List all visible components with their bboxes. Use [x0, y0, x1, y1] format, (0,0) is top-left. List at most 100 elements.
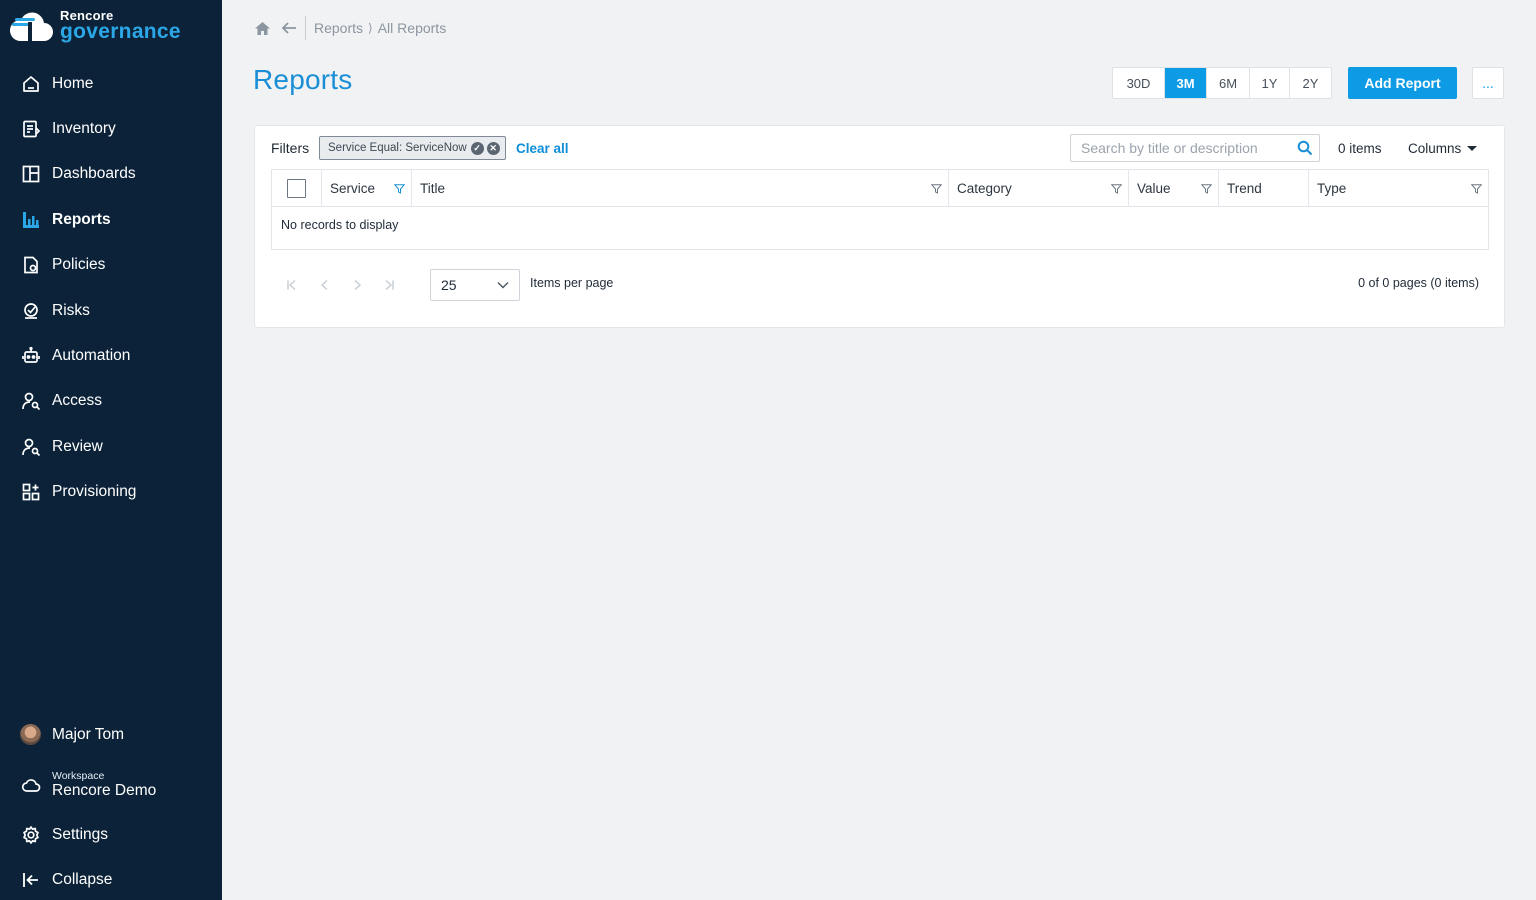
period-1y-button[interactable]: 1Y: [1250, 68, 1290, 98]
filter-chip-text: Service Equal: ServiceNow: [328, 142, 467, 154]
search-icon[interactable]: [1297, 140, 1313, 156]
first-page-icon[interactable]: [283, 276, 301, 294]
sidebar-item-label: Settings: [52, 825, 109, 843]
sidebar-item-access[interactable]: Access: [0, 379, 222, 424]
reports-grid: Service Title Category Value Trend Type: [271, 169, 1489, 250]
page-info: 0 of 0 pages (0 items): [1358, 276, 1479, 290]
policies-icon: [21, 255, 41, 275]
sidebar-item-reports[interactable]: Reports: [0, 197, 222, 242]
user-menu[interactable]: Major Tom: [0, 712, 222, 757]
sidebar-item-label: Risks: [52, 301, 90, 319]
filter-icon[interactable]: [394, 184, 405, 194]
column-header-service[interactable]: Service: [322, 170, 412, 206]
period-2y-button[interactable]: 2Y: [1290, 68, 1331, 98]
back-arrow-icon[interactable]: [281, 21, 297, 35]
filter-icon[interactable]: [1201, 184, 1212, 194]
next-page-icon[interactable]: [348, 276, 366, 294]
sidebar-item-label: Inventory: [52, 120, 116, 138]
breadcrumb-divider: [305, 16, 306, 40]
more-actions-button[interactable]: ...: [1472, 67, 1504, 99]
home-icon[interactable]: [254, 21, 271, 36]
gear-icon: [21, 825, 41, 845]
column-header-label: Category: [957, 180, 1012, 196]
search-box: [1070, 134, 1320, 162]
sidebar-item-inventory[interactable]: Inventory: [0, 106, 222, 151]
sidebar-item-label: Access: [52, 392, 102, 410]
period-3m-button[interactable]: 3M: [1165, 68, 1207, 98]
breadcrumb: Reports ⟩ All Reports: [254, 16, 446, 40]
filter-icon[interactable]: [1471, 184, 1482, 194]
column-header-label: Type: [1317, 180, 1347, 196]
column-header-value[interactable]: Value: [1129, 170, 1219, 206]
sidebar-item-review[interactable]: Review: [0, 424, 222, 469]
filter-icon[interactable]: [1111, 184, 1122, 194]
sidebar-footer: Major Tom Workspace Rencore Demo Setting…: [0, 712, 222, 900]
brand-name-bottom: governance: [60, 19, 181, 43]
sidebar-item-label: Policies: [52, 256, 106, 274]
sidebar-item-label: Reports: [52, 210, 111, 228]
sidebar-item-label: Automation: [52, 347, 131, 365]
sidebar-item-dashboards[interactable]: Dashboards: [0, 152, 222, 197]
close-icon[interactable]: ✕: [486, 141, 500, 155]
breadcrumb-separator: ⟩: [368, 21, 373, 35]
filters-label: Filters: [271, 140, 310, 156]
sidebar-item-home[interactable]: Home: [0, 61, 222, 106]
sidebar-item-settings[interactable]: Settings: [0, 812, 222, 857]
workspace-label: Workspace: [52, 769, 105, 782]
sidebar-item-risks[interactable]: Risks: [0, 288, 222, 333]
cloud-icon: [21, 775, 41, 795]
sidebar-item-provisioning[interactable]: Provisioning: [0, 470, 222, 515]
column-header-type[interactable]: Type: [1309, 170, 1488, 206]
avatar: [20, 724, 41, 745]
column-header-category[interactable]: Category: [949, 170, 1129, 206]
filter-icon[interactable]: [931, 184, 942, 194]
home-icon: [21, 74, 41, 94]
column-header-label: Value: [1137, 180, 1171, 196]
empty-message: No records to display: [281, 218, 399, 232]
items-per-page-label: Items per page: [530, 276, 614, 290]
column-header-trend[interactable]: Trend: [1219, 170, 1309, 206]
robot-icon: [21, 346, 41, 366]
user-name: Major Tom: [52, 725, 125, 743]
breadcrumb-item-all-reports[interactable]: All Reports: [378, 20, 446, 36]
brand-logo[interactable]: Rencore governance: [10, 6, 181, 44]
filter-chip[interactable]: Service Equal: ServiceNow ✓ ✕: [319, 136, 506, 160]
select-all-cell: [272, 170, 322, 206]
column-header-label: Service: [330, 180, 376, 196]
period-30d-button[interactable]: 30D: [1113, 68, 1165, 98]
select-all-checkbox[interactable]: [287, 178, 306, 198]
column-header-label: Trend: [1227, 180, 1262, 196]
columns-dropdown[interactable]: Columns: [1408, 141, 1478, 156]
sidebar-item-automation[interactable]: Automation: [0, 333, 222, 378]
inventory-icon: [21, 119, 41, 139]
column-header-title[interactable]: Title: [412, 170, 949, 206]
risks-icon: [21, 301, 41, 321]
sidebar-item-label: Collapse: [52, 871, 113, 889]
clear-all-link[interactable]: Clear all: [516, 141, 569, 156]
period-6m-button[interactable]: 6M: [1207, 68, 1250, 98]
columns-label: Columns: [1408, 141, 1462, 156]
sidebar-item-label: Home: [52, 74, 94, 92]
breadcrumb-item-reports[interactable]: Reports: [314, 20, 363, 36]
sidebar-collapse-button[interactable]: Collapse: [0, 857, 222, 900]
dashboards-icon: [21, 164, 41, 184]
collapse-icon: [21, 870, 41, 890]
chevron-down-icon: [497, 282, 509, 289]
cloud-logo-icon: [10, 12, 53, 41]
reports-panel: Filters Service Equal: ServiceNow ✓ ✕ Cl…: [254, 125, 1505, 328]
main-nav: Home Inventory Dashboards Reports Polici…: [0, 61, 222, 515]
search-input[interactable]: [1071, 140, 1291, 156]
prev-page-icon[interactable]: [316, 276, 334, 294]
user-search-icon: [21, 437, 41, 457]
provisioning-icon: [21, 482, 41, 502]
sidebar-item-policies[interactable]: Policies: [0, 243, 222, 288]
last-page-icon[interactable]: [380, 276, 398, 294]
check-icon[interactable]: ✓: [470, 141, 484, 155]
caret-down-icon: [1467, 146, 1478, 151]
column-header-label: Title: [420, 180, 446, 196]
items-count: 0 items: [1338, 141, 1382, 156]
workspace-switcher[interactable]: Workspace Rencore Demo: [0, 757, 222, 812]
page-size-value: 25: [441, 277, 457, 293]
page-size-select[interactable]: 25: [430, 269, 520, 301]
add-report-button[interactable]: Add Report: [1348, 67, 1457, 99]
